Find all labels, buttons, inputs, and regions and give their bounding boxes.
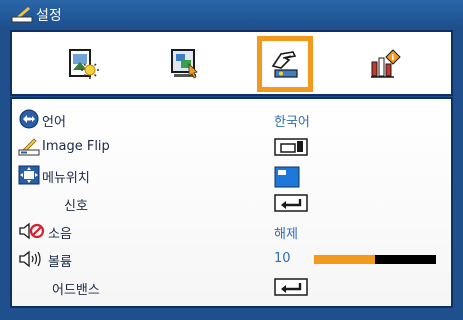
menu-item-image-flip[interactable]: Image Flip xyxy=(12,136,451,159)
volume-slider[interactable] xyxy=(314,255,436,264)
menu-position-label: 메뉴위치 xyxy=(42,171,90,186)
globe-arrows-icon xyxy=(18,109,40,129)
language-value[interactable]: 한국어 xyxy=(274,111,310,130)
settings-panel: 언어 한국어 Image Flip 메뉴위치 신호 소음 해제 볼륨 10 어드… xyxy=(10,97,453,308)
menu-item-language[interactable]: 언어 한국어 xyxy=(12,108,451,131)
bars-info-icon: i xyxy=(371,49,401,78)
speaker-volume-icon xyxy=(18,249,41,269)
volume-slider-fill xyxy=(314,255,375,264)
menu-item-advanced[interactable]: 어드밴스 xyxy=(12,276,451,299)
settings-title-icon xyxy=(10,5,34,23)
menu-item-volume[interactable]: 볼륨 10 xyxy=(12,248,451,271)
language-label: 언어 xyxy=(42,115,66,130)
volume-value: 10 xyxy=(274,251,291,266)
image-flip-label: Image Flip xyxy=(42,139,110,154)
enter-icon[interactable] xyxy=(274,194,308,216)
signal-label: 신호 xyxy=(64,199,88,214)
display-settings-tab[interactable] xyxy=(157,36,213,92)
svg-text:i: i xyxy=(392,53,395,62)
flip-mode-icon[interactable] xyxy=(274,138,308,160)
menu-item-menu-position[interactable]: 메뉴위치 xyxy=(12,164,451,188)
title-bar: 설정 xyxy=(0,0,463,28)
enter-icon[interactable] xyxy=(274,278,308,300)
menu-position-icon xyxy=(18,165,40,185)
menu-item-mute[interactable]: 소음 해제 xyxy=(12,220,451,243)
flip-icon xyxy=(18,137,40,157)
osd-menu: 설정 i 언어 한국어 Image Flip 메뉴위치 신호 소음 해제 볼륨 … xyxy=(0,0,463,320)
volume-label: 볼륨 xyxy=(48,255,72,270)
mute-value[interactable]: 해제 xyxy=(274,223,298,242)
menu-item-signal[interactable]: 신호 xyxy=(12,192,451,215)
hand-projector-icon xyxy=(271,51,298,78)
image-sun-icon xyxy=(69,49,99,79)
screen-color-icon xyxy=(171,49,198,79)
position-top-left-icon[interactable] xyxy=(274,166,300,192)
speaker-mute-icon xyxy=(18,221,45,241)
menu-tab-bar: i xyxy=(10,30,453,96)
page-title: 설정 xyxy=(36,8,62,24)
advanced-label: 어드밴스 xyxy=(52,283,100,298)
image-settings-tab[interactable] xyxy=(56,36,112,92)
options-tab[interactable]: i xyxy=(358,36,414,92)
mute-label: 소음 xyxy=(48,227,72,242)
setup-tab[interactable] xyxy=(257,36,313,92)
